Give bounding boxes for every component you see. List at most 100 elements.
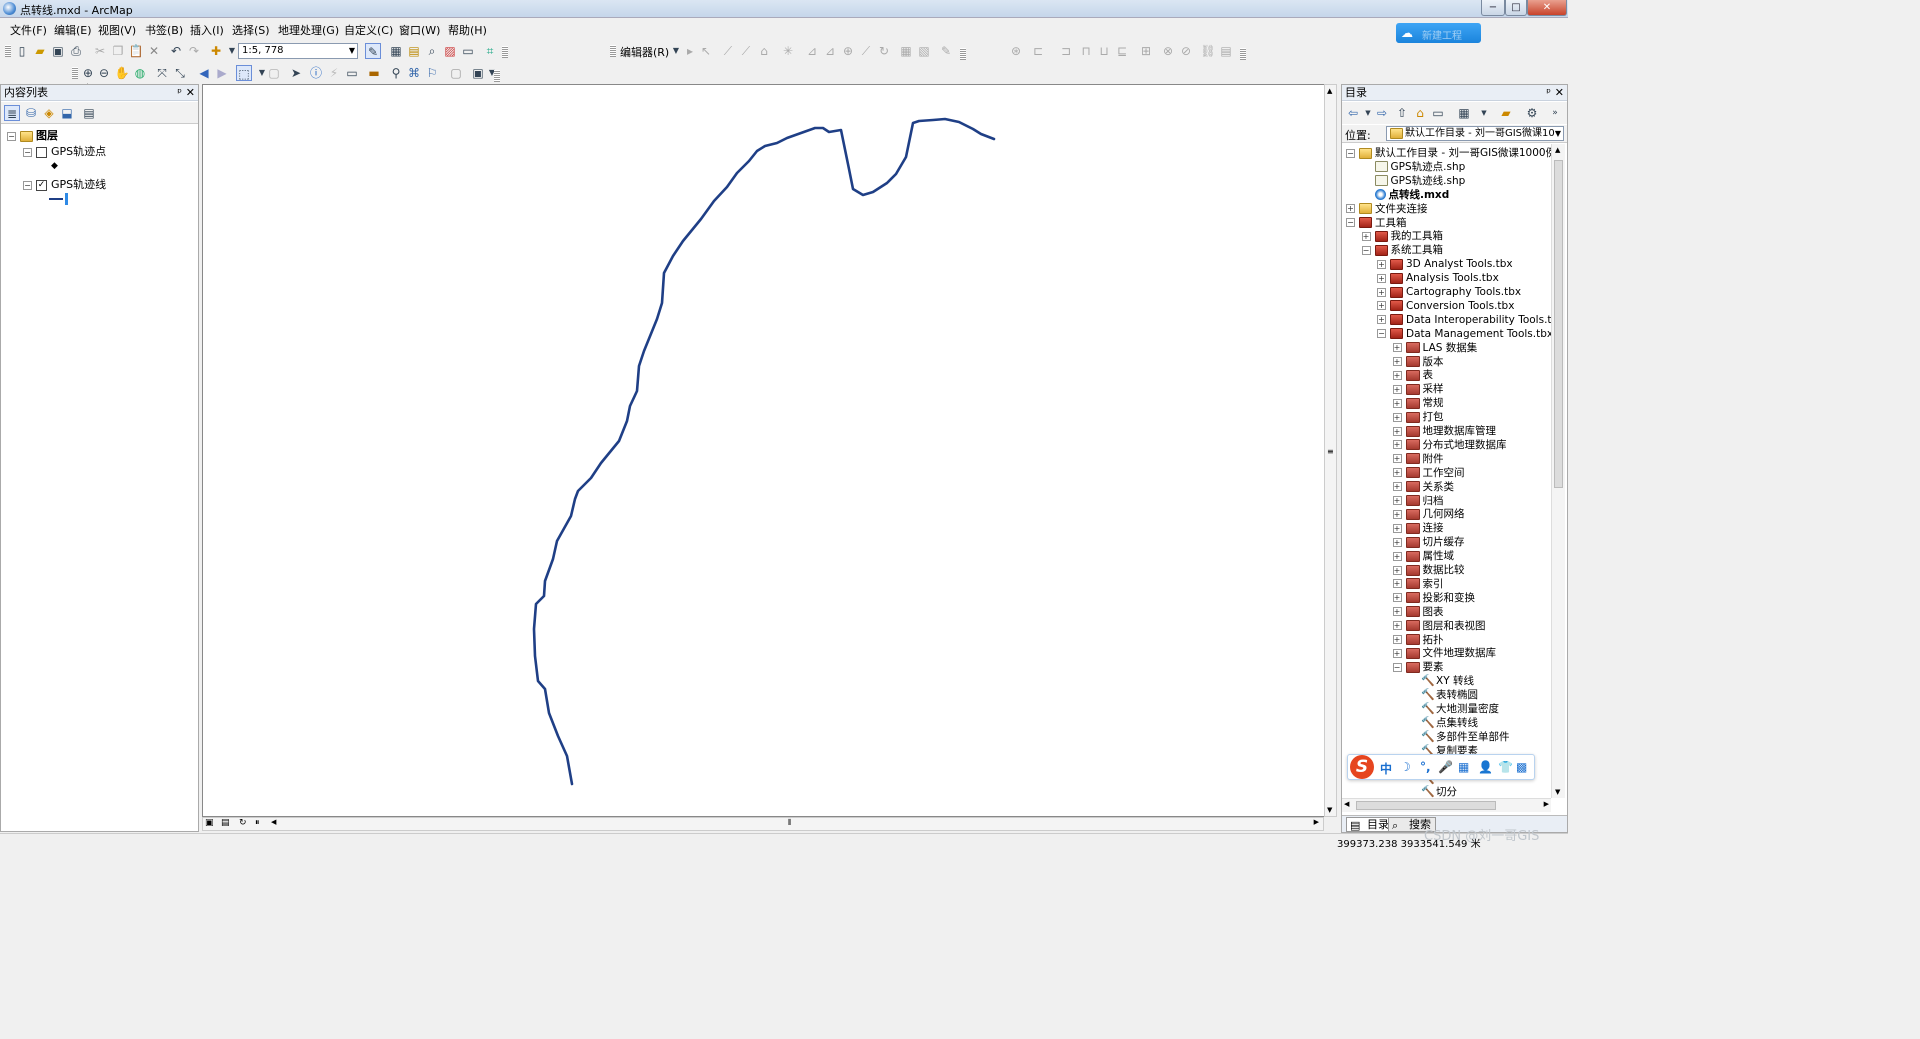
menu-view[interactable]: 视图(V) <box>98 22 136 38</box>
menu-bookmarks[interactable]: 书签(B) <box>145 22 183 38</box>
catalog-tree-item[interactable]: + 数据比较 <box>1392 563 1465 577</box>
ime-toolbar[interactable]: S 中 ☽ °, 🎤 ▦ 👤 👕 ▩ <box>1347 754 1535 780</box>
collapse-icon[interactable]: − <box>1346 148 1355 158</box>
layers-root-row[interactable]: − 图层 <box>7 127 58 143</box>
list-by-selection-icon[interactable]: ⬓ <box>59 105 75 121</box>
point-icon[interactable]: ✳ <box>780 43 796 59</box>
catalog-tree-item[interactable]: + Data Interoperability Tools.tbx <box>1377 313 1552 327</box>
cut-icon[interactable]: ✂ <box>92 43 108 59</box>
maximize-button[interactable]: □ <box>1505 0 1527 16</box>
catalog-tree-item[interactable]: + LAS 数据集 <box>1392 341 1477 355</box>
rotate-icon[interactable]: ↻ <box>876 43 892 59</box>
align-icon[interactable]: ⊏ <box>1030 43 1046 59</box>
scroll-up-icon[interactable]: ▲ <box>1555 146 1560 154</box>
toolbar-grip[interactable] <box>1240 48 1246 60</box>
expand-icon[interactable]: + <box>1392 607 1402 617</box>
go-to-xy-icon[interactable]: ⚐ <box>424 65 440 81</box>
link-icon[interactable]: ⛓ <box>1200 43 1216 59</box>
catalog-tree-item[interactable]: + 关系类 <box>1392 480 1454 494</box>
scroll-right-icon[interactable]: ▶ <box>1314 818 1319 826</box>
layer-row-gps-points[interactable]: − GPS轨迹点 <box>23 143 106 159</box>
up-one-level-icon[interactable]: ⇧ <box>1394 105 1410 121</box>
views-dropdown-icon[interactable]: ▼ <box>1476 105 1492 121</box>
expand-icon[interactable]: + <box>1392 343 1402 353</box>
add-data-icon[interactable]: ✚ <box>208 43 224 59</box>
zoom-in-icon[interactable]: ⊕ <box>80 65 96 81</box>
catalog-tree-item[interactable]: − 默认工作目录 - 刘一哥GIS微课1000例实 <box>1346 146 1552 160</box>
fillet-icon[interactable]: ⊑ <box>1114 43 1130 59</box>
expand-icon[interactable]: + <box>1392 537 1402 547</box>
refresh-icon[interactable]: ↻ <box>239 818 247 828</box>
layer-row-gps-line[interactable]: − ✓ GPS轨迹线 <box>23 176 106 192</box>
expand-icon[interactable]: + <box>1377 301 1386 311</box>
new-folder-icon[interactable]: ▰ <box>1498 105 1514 121</box>
catalog-tree-item[interactable]: 点转线.mxd <box>1362 188 1449 202</box>
map-view[interactable] <box>202 84 1325 817</box>
scroll-up-icon[interactable]: ▲ <box>1327 87 1332 95</box>
print-icon[interactable]: ⎙ <box>68 43 84 59</box>
catalog-tree-item[interactable]: + Analysis Tools.tbx <box>1377 271 1499 285</box>
layout-view-icon[interactable]: ▤ <box>221 818 230 828</box>
editor-menu[interactable]: 编辑器(R) <box>620 44 669 60</box>
connect-folder-icon[interactable]: ▭ <box>1430 105 1446 121</box>
catalog-options-icon[interactable]: ⚙ <box>1524 105 1540 121</box>
catalog-tree-item[interactable]: + 版本 <box>1392 355 1444 369</box>
collapse-icon[interactable]: − <box>1361 245 1371 255</box>
expand-icon[interactable]: + <box>1346 204 1355 214</box>
expand-icon[interactable]: + <box>1392 635 1402 644</box>
catalog-tree-item[interactable]: +3D Analyst Tools.tbx <box>1377 257 1513 271</box>
expand-icon[interactable]: + <box>1392 551 1402 561</box>
menu-insert[interactable]: 插入(I) <box>190 22 224 38</box>
collapse-icon[interactable]: − <box>1377 329 1386 339</box>
views-icon[interactable]: ▦ <box>1456 105 1472 121</box>
fixed-zoom-out-icon[interactable]: ⤡ <box>172 65 188 81</box>
catalog-tree-item[interactable]: + 图表 <box>1392 605 1444 619</box>
point-symbol-icon[interactable]: ◆ <box>51 161 58 171</box>
catalog-tree-item[interactable]: + 我的工具箱 <box>1361 229 1443 243</box>
previous-extent-icon[interactable]: ◀ <box>196 65 212 81</box>
straight-segment-icon[interactable]: ⟋ <box>720 43 736 59</box>
expand-icon[interactable]: + <box>1392 384 1402 394</box>
expand-icon[interactable]: + <box>1392 398 1402 408</box>
catalog-tree-item[interactable]: + 索引 <box>1392 577 1444 591</box>
table-window-icon[interactable]: ▦ <box>388 43 404 59</box>
scroll-down-icon[interactable]: ▼ <box>1327 806 1332 814</box>
toolbar-grip[interactable] <box>610 45 616 57</box>
toolbar-grip[interactable] <box>960 48 966 60</box>
redo-icon[interactable]: ↷ <box>186 43 202 59</box>
delete-icon[interactable]: ✕ <box>146 43 162 59</box>
expand-icon[interactable]: + <box>1392 440 1402 450</box>
catalog-tree-item[interactable]: + 分布式地理数据库 <box>1392 438 1507 452</box>
expand-icon[interactable]: + <box>1377 315 1386 325</box>
collapse-icon[interactable]: − <box>1346 218 1355 227</box>
open-folder-icon[interactable]: ▰ <box>32 43 48 59</box>
edit-tool-icon[interactable]: ▸ <box>682 43 698 59</box>
line-symbol-icon[interactable] <box>49 192 68 205</box>
menu-help[interactable]: 帮助(H) <box>448 22 487 38</box>
toolbar-overflow-icon[interactable]: » <box>1547 105 1563 121</box>
union-icon[interactable]: ⊗ <box>1160 43 1176 59</box>
expand-icon[interactable]: + <box>1392 648 1402 658</box>
ime-skin-icon[interactable]: 👕 <box>1498 760 1513 774</box>
chevron-down-icon[interactable]: ▼ <box>349 44 355 58</box>
copy-icon[interactable]: ❐ <box>110 43 126 59</box>
catalog-tree-item[interactable]: + 几何网络 <box>1392 507 1465 521</box>
generalize-icon[interactable]: ⊓ <box>1078 43 1094 59</box>
layer-visibility-checkbox[interactable] <box>36 146 47 158</box>
merge-icon[interactable]: ⊞ <box>1138 43 1154 59</box>
collapse-icon[interactable]: − <box>23 147 32 157</box>
pin-icon[interactable]: ᵖ <box>1546 85 1551 101</box>
catalog-tree-item[interactable]: + Cartography Tools.tbx <box>1377 285 1521 299</box>
catalog-tree-item[interactable]: + Conversion Tools.tbx <box>1377 299 1514 313</box>
menu-selection[interactable]: 选择(S) <box>232 22 270 38</box>
map-canvas[interactable] <box>203 85 1326 818</box>
python-window-icon[interactable]: ▭ <box>460 43 476 59</box>
ime-voice-icon[interactable]: 🎤 <box>1438 760 1453 774</box>
expand-icon[interactable]: + <box>1377 287 1386 297</box>
catalog-tree-item[interactable]: + 连接 <box>1392 521 1444 535</box>
catalog-tree-item[interactable]: + 工作空间 <box>1392 466 1465 480</box>
split-icon[interactable]: ⟋ <box>858 43 874 59</box>
catalog-tree-item[interactable]: + 文件地理数据库 <box>1392 646 1496 660</box>
trace-icon[interactable]: ⌂ <box>756 43 772 59</box>
expand-icon[interactable]: + <box>1392 412 1402 422</box>
